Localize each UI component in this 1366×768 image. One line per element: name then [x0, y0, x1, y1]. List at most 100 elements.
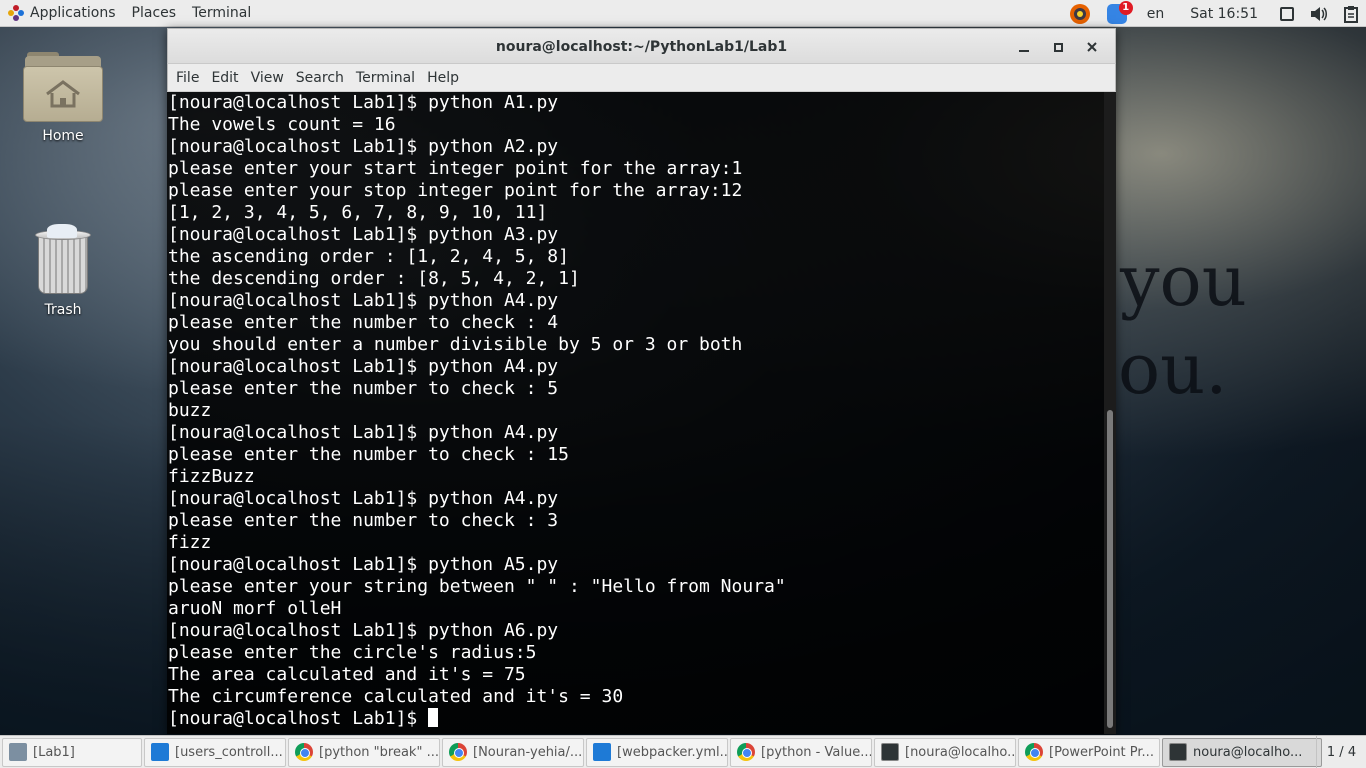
terminal-line: you should enter a number divisible by 5…	[168, 334, 743, 355]
taskbar-button-label: [PowerPoint Pr...	[1049, 744, 1154, 760]
home-desktop-icon[interactable]: Home	[13, 52, 113, 144]
chrome-icon	[737, 743, 755, 761]
terminal-line: [noura@localhost Lab1]$ python A2.py	[168, 136, 559, 157]
terminal-line: buzz	[168, 400, 212, 421]
terminal-line: please enter the number to check : 4	[168, 312, 559, 333]
top-panel: Applications Places Terminal 1 en Sat 16…	[0, 0, 1366, 27]
menu-help[interactable]: Help	[421, 70, 465, 86]
terminal-line: The vowels count = 16	[168, 114, 396, 135]
window-list-icon[interactable]	[1272, 0, 1302, 27]
terminal-line: [noura@localhost Lab1]$ python A4.py	[168, 422, 559, 443]
applications-icon	[8, 5, 24, 21]
menu-view[interactable]: View	[245, 70, 290, 86]
places-menu[interactable]: Places	[124, 0, 185, 26]
close-icon	[1087, 42, 1097, 52]
terminal-line: [noura@localhost Lab1]$ python A3.py	[168, 224, 559, 245]
menu-edit[interactable]: Edit	[205, 70, 244, 86]
terminal-line: please enter the number to check : 5	[168, 378, 559, 399]
terminal-line: please enter your stop integer point for…	[168, 180, 743, 201]
terminal-cursor	[428, 708, 439, 727]
chrome-icon	[449, 743, 467, 761]
taskbar-button[interactable]: [PowerPoint Pr...	[1018, 737, 1160, 767]
terminal-line: The circumference calculated and it's = …	[168, 686, 624, 707]
terminal-line: [noura@localhost Lab1]$ python A4.py	[168, 356, 559, 377]
clipboard-icon[interactable]	[1336, 0, 1366, 27]
window-titlebar[interactable]: noura@localhost:~/PythonLab1/Lab1	[167, 28, 1116, 64]
taskbar-button[interactable]: [python "break" ...	[288, 737, 440, 767]
files-icon	[9, 743, 27, 761]
terminal-line: the ascending order : [1, 2, 4, 5, 8]	[168, 246, 569, 267]
terminal-line: please enter your string between " " : "…	[168, 576, 786, 597]
taskbar-button[interactable]: [users_controll...	[144, 737, 286, 767]
trash-label: Trash	[44, 302, 82, 318]
scrollbar-thumb[interactable]	[1107, 410, 1113, 728]
terminal-line: [noura@localhost Lab1]$ python A4.py	[168, 290, 559, 311]
terminal-line: fizz	[168, 532, 212, 553]
menu-search[interactable]: Search	[290, 70, 350, 86]
taskbar-button[interactable]: noura@localho...	[1162, 737, 1322, 767]
terminal-line: please enter your start integer point fo…	[168, 158, 743, 179]
chrome-icon	[1025, 743, 1043, 761]
folder-icon	[23, 52, 103, 122]
wallpaper-text: ou.	[1118, 328, 1228, 410]
menu-terminal[interactable]: Terminal	[350, 70, 421, 86]
terminal-menubar: File Edit View Search Terminal Help	[167, 64, 1116, 92]
chrome-icon	[295, 743, 313, 761]
menu-file[interactable]: File	[170, 70, 205, 86]
terminal-line: please enter the number to check : 3	[168, 510, 559, 531]
taskbar-button[interactable]: [Lab1]	[2, 737, 142, 767]
minimize-button[interactable]	[1007, 29, 1041, 65]
vscode-icon	[593, 743, 611, 761]
terminal-line: the descending order : [8, 5, 4, 2, 1]	[168, 268, 580, 289]
trash-icon	[33, 224, 93, 296]
terminal-scrollbar[interactable]	[1104, 92, 1116, 734]
taskbar-button-label: noura@localho...	[1193, 744, 1303, 760]
terminal-prompt: [noura@localhost Lab1]$	[168, 708, 429, 729]
terminal-window: noura@localhost:~/PythonLab1/Lab1 File E…	[167, 28, 1116, 734]
applications-label: Applications	[30, 5, 116, 21]
home-label: Home	[42, 128, 84, 144]
firefox-tray-icon[interactable]	[1061, 0, 1099, 27]
maximize-button[interactable]	[1041, 29, 1075, 65]
terminal-output[interactable]: [noura@localhost Lab1]$ python A1.py The …	[167, 92, 1116, 734]
notification-badge: 1	[1118, 0, 1133, 15]
terminal-line: please enter the circle's radius:5	[168, 642, 537, 663]
terminal-prompt-line: [noura@localhost Lab1]$	[168, 708, 1098, 730]
terminal-app-menu[interactable]: Terminal	[184, 0, 259, 26]
terminal-line: fizzBuzz	[168, 466, 255, 487]
terminal-line: please enter the number to check : 15	[168, 444, 569, 465]
terminal-text: [noura@localhost Lab1]$ python A1.py The …	[168, 92, 1098, 730]
terminal-line: [noura@localhost Lab1]$ python A1.py	[168, 92, 559, 113]
taskbar-button[interactable]: [noura@localho...	[874, 737, 1016, 767]
terminal-line: [noura@localhost Lab1]$ python A4.py	[168, 488, 559, 509]
terminal-line: [noura@localhost Lab1]$ python A5.py	[168, 554, 559, 575]
volume-icon[interactable]	[1302, 0, 1336, 27]
wallpaper-text: you	[1120, 240, 1247, 322]
chat-icon: 1	[1106, 0, 1133, 24]
minimize-icon	[1019, 50, 1029, 52]
taskbar-button-label: [Lab1]	[33, 744, 75, 760]
taskbar-button-label: [python - Value...	[761, 744, 872, 760]
notification-tray-icon[interactable]: 1	[1099, 0, 1135, 27]
applications-menu[interactable]: Applications	[0, 0, 124, 26]
terminal-icon	[1169, 743, 1187, 761]
workspace-switcher[interactable]: 1 / 4	[1316, 736, 1366, 768]
taskbar-button[interactable]: [python - Value...	[730, 737, 872, 767]
terminal-icon	[881, 743, 899, 761]
taskbar-button-label: [python "break" ...	[319, 744, 439, 760]
terminal-line: aruoN morf olleH	[168, 598, 342, 619]
terminal-line: The area calculated and it's = 75	[168, 664, 526, 685]
taskbar-button-label: [users_controll...	[175, 744, 283, 760]
language-indicator[interactable]: en	[1135, 0, 1177, 27]
bottom-panel: [Lab1] [users_controll... [python "break" …	[0, 735, 1366, 768]
taskbar-button-label: [noura@localho...	[905, 744, 1016, 760]
window-title: noura@localhost:~/PythonLab1/Lab1	[495, 39, 788, 55]
terminal-line: [noura@localhost Lab1]$ python A6.py	[168, 620, 559, 641]
taskbar-button-label: [webpacker.yml...	[617, 744, 728, 760]
taskbar-button[interactable]: [webpacker.yml...	[586, 737, 728, 767]
close-button[interactable]	[1075, 29, 1109, 65]
clock[interactable]: Sat 16:51	[1176, 0, 1272, 27]
taskbar-button-label: [Nouran-yehia/...	[473, 744, 583, 760]
taskbar-button[interactable]: [Nouran-yehia/...	[442, 737, 584, 767]
trash-desktop-icon[interactable]: Trash	[13, 224, 113, 318]
